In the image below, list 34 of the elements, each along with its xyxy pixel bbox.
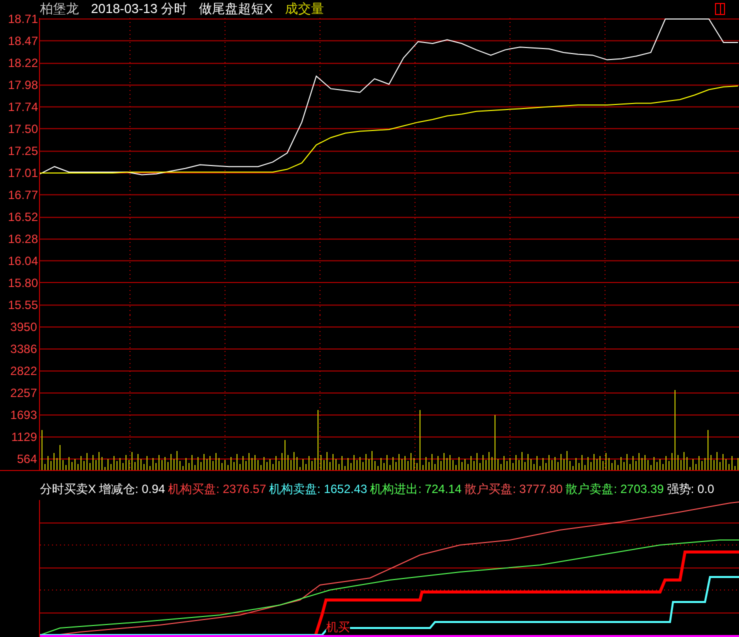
indicator-reading: 机构卖盘: 1652.43 [269, 481, 368, 498]
volume-axis-label: 2257 [9, 385, 38, 402]
price-axis-label: 16.52 [6, 209, 39, 226]
price-axis-label: 17.74 [6, 98, 39, 116]
indicator-title: 分时买卖X [40, 481, 96, 498]
price-axis-label: 15.80 [6, 274, 39, 292]
indicator-reading: 增减仓: 0.94 [99, 481, 166, 498]
volume-axis-label: 3950 [9, 319, 38, 336]
price-axis-label: 16.04 [6, 252, 39, 270]
price-axis-label: 18.47 [6, 32, 39, 50]
price-axis-label: 16.28 [6, 231, 39, 248]
price-axis-label: 17.50 [6, 120, 39, 138]
indicator-reading: 机构进出: 724.14 [370, 481, 462, 498]
volume-axis-label: 564 [16, 451, 38, 468]
buy-marker-label: 机买 [326, 620, 350, 634]
indicator-reading: 散户卖盘: 2703.39 [566, 481, 664, 498]
price-axis-label: 18.71 [6, 11, 39, 28]
indicator-reading: 强势: 0.0 [666, 481, 714, 498]
chart-title: 柏堡龙 [40, 0, 79, 18]
price-axis-label: 17.25 [6, 143, 39, 160]
price-axis-label: 15.55 [6, 297, 39, 314]
chart-title: 做尾盘超短X [199, 0, 273, 18]
chart-title: 成交量 [284, 0, 324, 18]
indicator-reading: 散户买盘: 3777.80 [464, 481, 563, 498]
price-axis-label: 17.01 [6, 164, 39, 182]
chart-title: 2018-03-13 分时 [91, 0, 188, 18]
volume-axis-label: 2822 [9, 363, 38, 380]
volume-axis-label: 1693 [9, 407, 38, 424]
volume-axis-label: 1129 [10, 429, 38, 446]
volume-axis-label: 3386 [9, 341, 38, 358]
price-axis-label: 17.98 [6, 77, 39, 94]
price-axis-label: 18.22 [6, 55, 39, 72]
indicator-reading: 机构买盘: 2376.57 [168, 481, 266, 498]
price-axis-label: 16.77 [6, 186, 39, 204]
